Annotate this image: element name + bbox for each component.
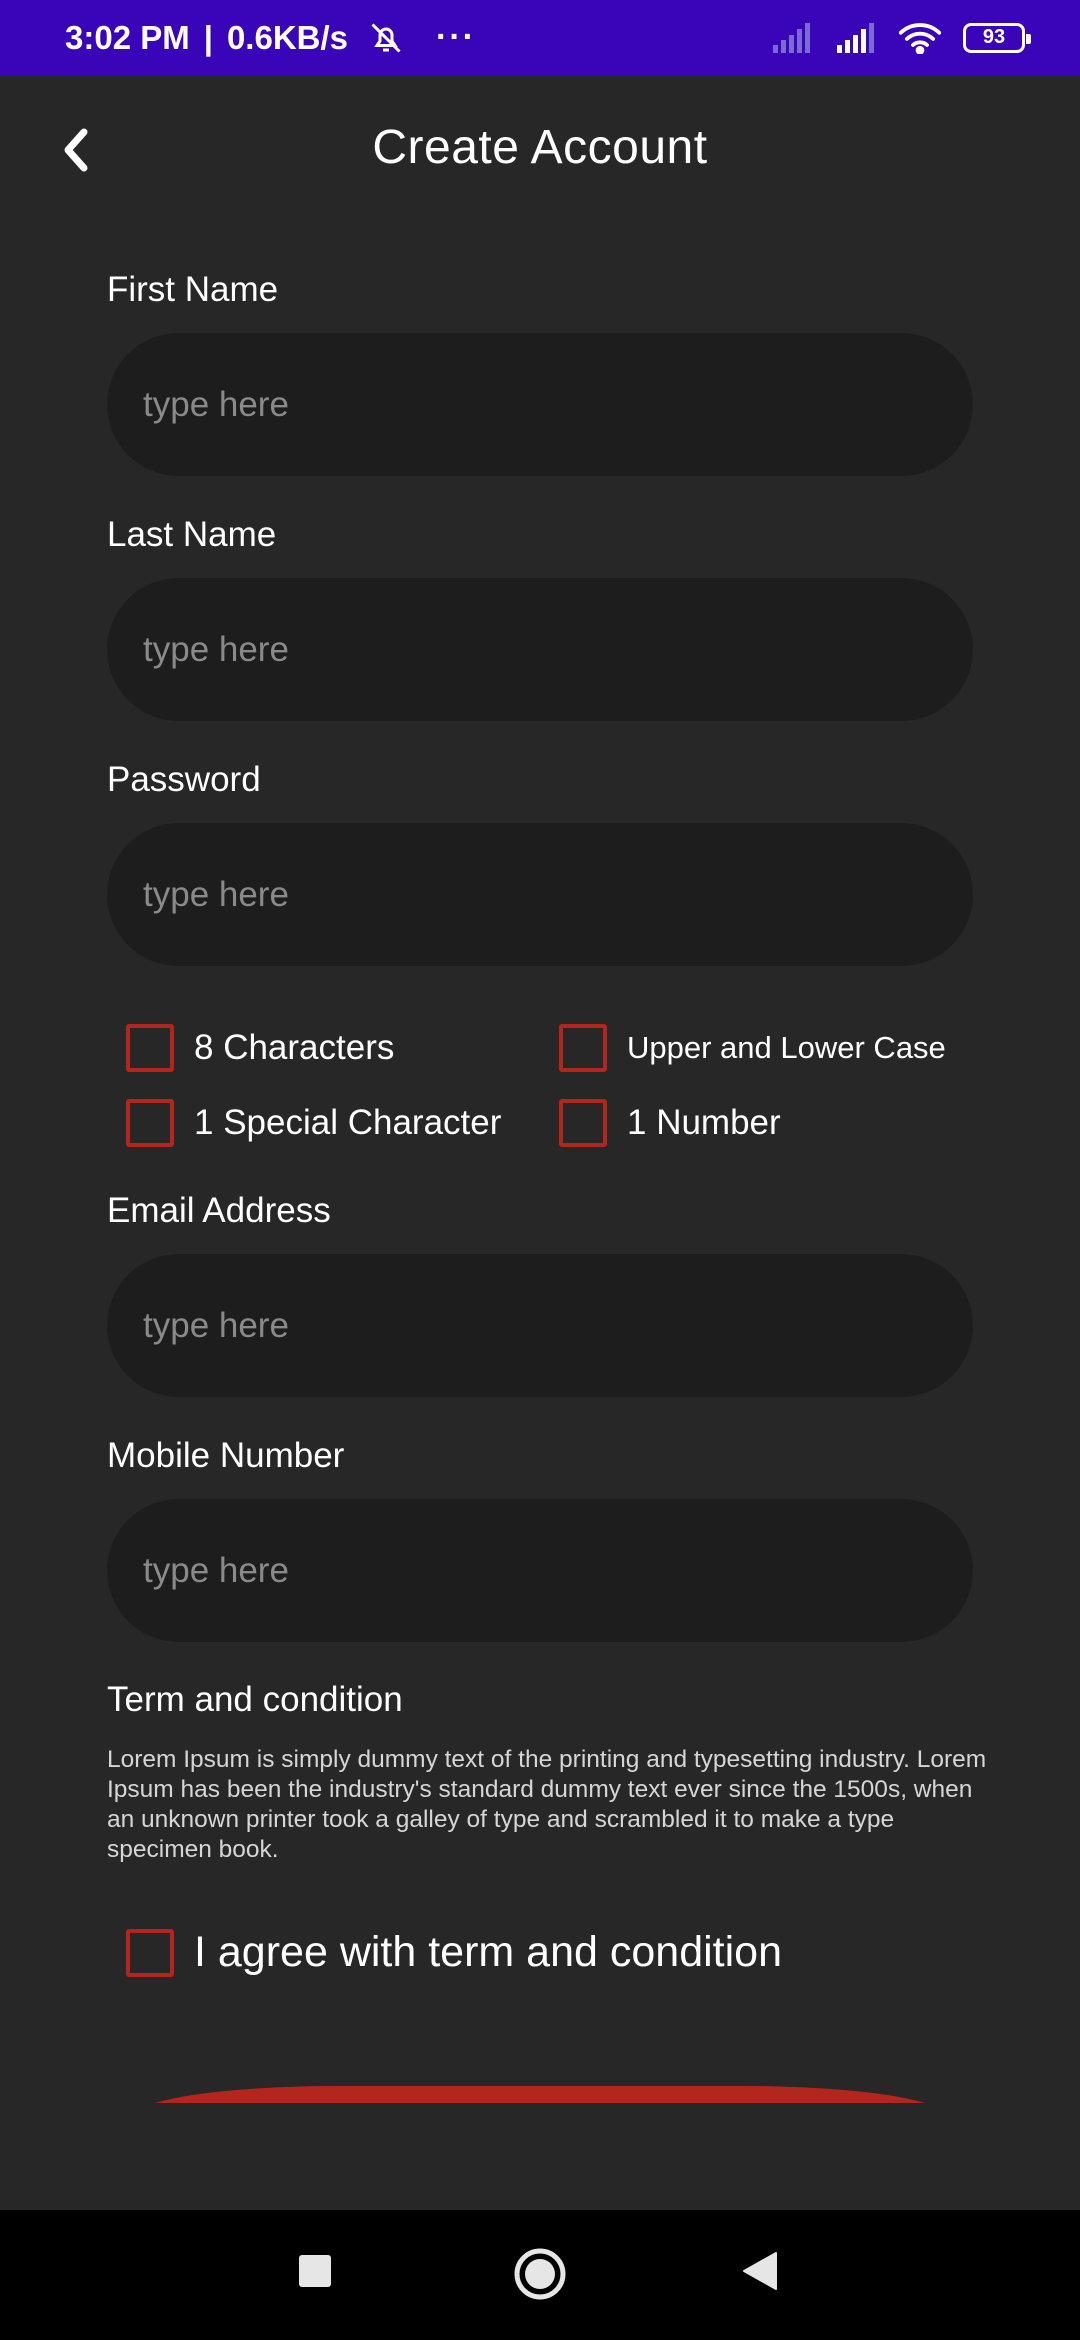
page-title: Create Account	[372, 121, 708, 174]
battery-icon: 93	[963, 22, 1031, 53]
status-separator: |	[203, 18, 213, 56]
navigation-bar	[0, 2210, 1080, 2340]
status-speed: 0.6KB/s	[226, 18, 349, 56]
signal-icon	[835, 22, 877, 53]
home-button[interactable]	[513, 2247, 567, 2301]
checkbox[interactable]	[559, 1024, 607, 1072]
rule-label: Upper and Lower Case	[627, 1030, 946, 1065]
rule-number[interactable]: 1 Number	[559, 1099, 781, 1147]
terms-body: Lorem Ipsum is simply dummy text of the …	[107, 1746, 987, 1863]
mobile-label: Mobile Number	[107, 1436, 345, 1475]
rule-label: 1 Number	[627, 1103, 781, 1142]
rule-label: 8 Characters	[194, 1028, 395, 1067]
home-circle-icon	[513, 2247, 567, 2301]
recents-button[interactable]	[298, 2254, 332, 2288]
recents-square-icon	[298, 2254, 332, 2288]
agree-terms-checkbox-row[interactable]: I agree with term and condition	[126, 1928, 782, 1977]
rule-label: 1 Special Character	[194, 1103, 502, 1142]
rule-special-character[interactable]: 1 Special Character	[126, 1099, 501, 1147]
last-name-label: Last Name	[107, 515, 277, 554]
rule-8-characters[interactable]: 8 Characters	[126, 1024, 394, 1072]
signal-icon	[771, 22, 813, 53]
checkbox[interactable]	[126, 1024, 174, 1072]
mobile-input[interactable]	[107, 1499, 973, 1642]
back-nav-button[interactable]	[742, 2251, 778, 2291]
status-right: 93	[771, 22, 1031, 54]
checkbox[interactable]	[126, 1928, 174, 1977]
status-bar: 3:02 PM | 0.6KB/s ··· 93	[0, 0, 1080, 75]
rule-upper-lower-case[interactable]: Upper and Lower Case	[559, 1024, 946, 1072]
agree-terms-label: I agree with term and condition	[194, 1928, 782, 1976]
back-triangle-icon	[742, 2251, 778, 2291]
checkbox[interactable]	[559, 1099, 607, 1147]
first-name-label: First Name	[107, 270, 279, 309]
scroll-clip	[0, 2103, 1080, 2210]
checkbox[interactable]	[126, 1099, 174, 1147]
email-label: Email Address	[107, 1191, 331, 1230]
more-dots: ···	[436, 18, 476, 56]
last-name-input[interactable]	[107, 578, 973, 721]
first-name-input[interactable]	[107, 333, 973, 476]
header: Create Account	[0, 75, 1080, 225]
status-left: 3:02 PM | 0.6KB/s ···	[65, 18, 476, 57]
password-input[interactable]	[107, 823, 973, 966]
terms-title: Term and condition	[107, 1680, 403, 1719]
status-time: 3:02 PM	[65, 18, 190, 56]
battery-level: 93	[982, 26, 1006, 48]
wifi-icon	[899, 22, 941, 54]
bell-off-icon	[368, 20, 404, 56]
email-input[interactable]	[107, 1254, 973, 1397]
password-label: Password	[107, 760, 261, 799]
